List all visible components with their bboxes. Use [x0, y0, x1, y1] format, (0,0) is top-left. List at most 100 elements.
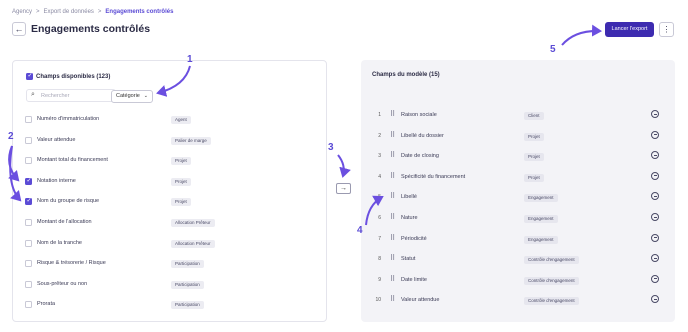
model-field-category-tag: Contrôle d'engagement: [524, 256, 579, 265]
model-field-row[interactable]: 8 ⠿ Statut Contrôle d'engagement: [369, 250, 667, 270]
field-checkbox[interactable]: [25, 177, 32, 185]
field-label: Nom du groupe de risque: [37, 198, 100, 205]
model-field-category-tag: Projet: [524, 153, 544, 162]
model-field-category-tag: Client: [524, 112, 544, 120]
available-field-row[interactable]: Valeur attendue Palier de marge: [13, 131, 326, 151]
model-field-row[interactable]: 1 ⠿ Raison sociale Client: [369, 106, 667, 126]
more-options-button[interactable]: ⋮: [659, 22, 674, 37]
select-all-checkbox[interactable]: [26, 72, 33, 80]
model-field-row[interactable]: 3 ⠿ Date de closing Projet: [369, 147, 667, 167]
drag-handle-icon[interactable]: ⠿: [390, 131, 395, 139]
model-field-row[interactable]: 5 ⠿ Libellé Engagement: [369, 188, 667, 208]
available-field-row[interactable]: Nom de la tranche Allocation Prêteur: [13, 234, 326, 254]
field-checkbox[interactable]: [25, 116, 32, 123]
field-label: Valeur attendue: [37, 136, 76, 143]
category-label: Catégorie: [116, 93, 140, 99]
arrow-right-icon: →: [340, 185, 347, 192]
model-field-label: Statut: [401, 256, 416, 263]
available-field-row[interactable]: Montant total du financement Projet: [13, 151, 326, 171]
breadcrumb-separator: >: [97, 9, 102, 15]
model-field-label: Libellé du dossier: [401, 132, 444, 139]
category-dropdown[interactable]: Catégorie ⌄: [111, 90, 153, 103]
field-checkbox[interactable]: [25, 301, 32, 309]
model-field-row[interactable]: 4 ⠿ Spécificité du financement Projet: [369, 168, 667, 188]
field-checkbox[interactable]: [25, 280, 32, 288]
drag-handle-icon[interactable]: ⠿: [390, 254, 395, 262]
remove-field-icon[interactable]: [651, 233, 659, 242]
available-field-row[interactable]: Numéro d'immatriculation Agent: [13, 110, 326, 130]
page-title: Engagements contrôlés: [31, 23, 151, 35]
model-field-row[interactable]: 10 ⠿ Valeur attendue Contrôle d'engagement: [369, 291, 667, 311]
row-number: 4: [378, 173, 381, 180]
remove-field-icon[interactable]: [651, 295, 659, 304]
field-category-tag: Agent: [171, 116, 191, 124]
row-number: 9: [378, 276, 381, 283]
model-field-category-tag: Engagement: [524, 215, 558, 223]
model-field-label: Valeur attendue: [401, 297, 440, 304]
remove-field-icon[interactable]: [651, 110, 659, 118]
available-field-row[interactable]: Prorata Participation: [13, 295, 326, 315]
add-to-model-button[interactable]: →: [336, 183, 351, 194]
row-number: 2: [378, 132, 381, 139]
arrow-left-icon: ←: [14, 24, 24, 34]
remove-field-icon[interactable]: [651, 274, 659, 283]
available-field-row[interactable]: Risque & trésorerie / Risque Participatio…: [13, 254, 326, 274]
row-number: 5: [378, 194, 381, 201]
field-label: Risque & trésorerie / Risque: [37, 260, 106, 267]
remove-field-icon[interactable]: [651, 151, 659, 160]
remove-field-icon[interactable]: [651, 130, 659, 139]
field-checkbox[interactable]: [25, 136, 32, 144]
available-field-row[interactable]: Notation interne Projet: [13, 172, 326, 192]
remove-field-icon[interactable]: [651, 192, 659, 201]
model-field-label: Date limite: [401, 276, 427, 283]
field-category-tag: Allocation Prêteur: [171, 219, 215, 227]
model-field-row[interactable]: 2 ⠿ Libellé du dossier Projet: [369, 127, 667, 147]
available-field-row[interactable]: Nom du groupe de risque Projet: [13, 192, 326, 212]
field-checkbox[interactable]: [25, 219, 32, 226]
breadcrumb-item-agency[interactable]: Agency: [12, 9, 32, 15]
drag-handle-icon[interactable]: ⠿: [390, 213, 395, 221]
search-input[interactable]: [41, 91, 111, 101]
field-category-tag: Projet: [171, 157, 191, 166]
model-field-row[interactable]: 6 ⠿ Nature Engagement: [369, 209, 667, 229]
row-number: 1: [378, 112, 381, 118]
search-box[interactable]: ⌕: [26, 89, 116, 102]
remove-field-icon[interactable]: [651, 213, 659, 221]
field-category-tag: Participation: [171, 301, 204, 310]
drag-handle-icon[interactable]: ⠿: [390, 192, 395, 200]
field-label: Montant total du financement: [37, 157, 108, 164]
annotation-number-4: 4: [357, 225, 363, 236]
drag-handle-icon[interactable]: ⠿: [390, 151, 395, 159]
model-field-category-tag: Contrôle d'engagement: [524, 297, 579, 306]
drag-handle-icon[interactable]: ⠿: [390, 234, 395, 242]
field-checkbox[interactable]: [25, 157, 32, 165]
remove-field-icon[interactable]: [651, 254, 659, 263]
field-category-tag: Participation: [171, 260, 204, 269]
row-number: 8: [378, 256, 381, 263]
launch-export-button[interactable]: Lancer l'export: [605, 22, 654, 37]
breadcrumb: Agency > Export de données > Engagements…: [12, 9, 173, 15]
drag-handle-icon[interactable]: ⠿: [390, 172, 395, 180]
field-checkbox[interactable]: [25, 239, 32, 247]
annotation-number-3: 3: [328, 142, 334, 153]
row-number: 3: [378, 153, 381, 160]
back-button[interactable]: ←: [12, 22, 26, 36]
annotation-number-1: 1: [187, 54, 193, 65]
model-field-row[interactable]: 7 ⠿ Périodicité Engagement: [369, 230, 667, 250]
model-field-category-tag: Contrôle d'engagement: [524, 276, 579, 285]
remove-field-icon[interactable]: [651, 171, 659, 180]
row-number: 10: [375, 297, 381, 304]
available-field-row[interactable]: Montant de l'allocation Allocation Prêteu…: [13, 213, 326, 233]
field-checkbox[interactable]: [25, 260, 32, 268]
available-field-row[interactable]: Sous-prêteur ou non Participation: [13, 275, 326, 295]
model-field-row[interactable]: 9 ⠿ Date limite Contrôle d'engagement: [369, 271, 667, 291]
drag-handle-icon[interactable]: ⠿: [390, 275, 395, 283]
field-category-tag: Participation: [171, 280, 204, 289]
drag-handle-icon[interactable]: ⠿: [390, 110, 395, 118]
field-checkbox[interactable]: [25, 197, 32, 206]
breadcrumb-item-export[interactable]: Export de données: [44, 9, 94, 15]
drag-handle-icon[interactable]: ⠿: [390, 295, 395, 303]
model-fields-panel: Champs du modèle (15) 1 ⠿ Raison sociale Cl…: [361, 60, 675, 322]
model-field-label: Nature: [401, 215, 418, 221]
search-icon: ⌕: [31, 91, 35, 98]
